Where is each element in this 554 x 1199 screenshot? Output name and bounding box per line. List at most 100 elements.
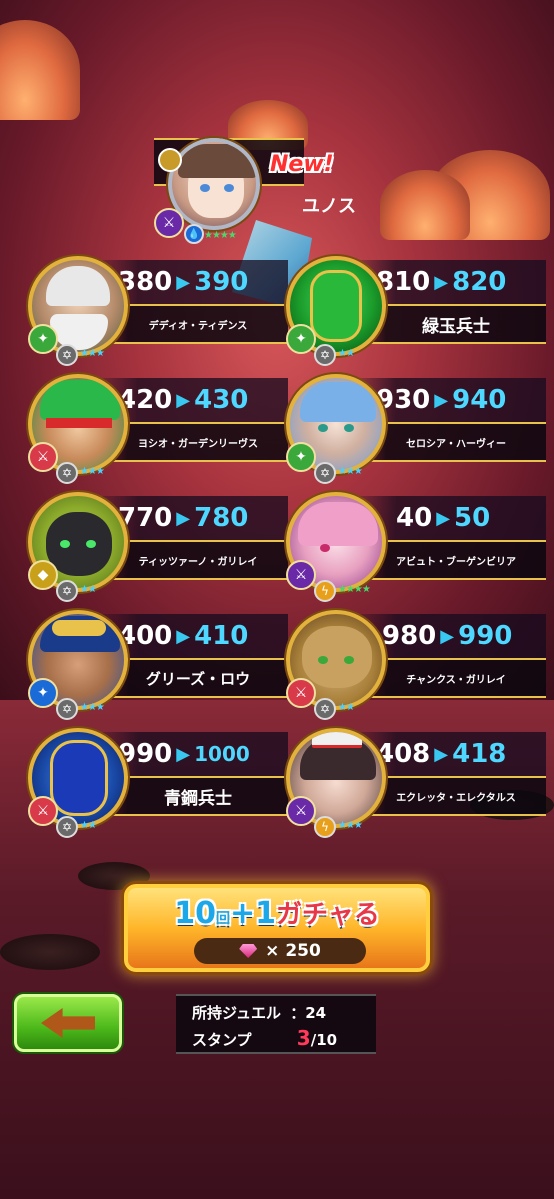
rarity-stars: ★★★ xyxy=(338,820,363,831)
new-value: 418 xyxy=(452,739,507,769)
character-name: 緑玉兵士 xyxy=(422,316,490,337)
gacha-bonus: +1 xyxy=(229,896,276,931)
lightning-icon: ϟ xyxy=(314,816,336,838)
gacha-count-unit: 回 xyxy=(215,911,230,927)
character-card[interactable]: 770 ▶ 780 ティッツァーノ・ガリレイ ◆ ✡ ★★ xyxy=(28,492,288,604)
new-hero-card[interactable]: New! ユノス ⚔ 💧 ★★★★ xyxy=(154,138,394,250)
gacha-10-plus-1-button[interactable]: 10回+1ガチャる × 250 xyxy=(124,884,430,972)
sprout-element-icon: ✦ xyxy=(28,324,58,354)
character-card[interactable]: 40 ▶ 50 アビュト・ブーゲンビリア ⚔ ϟ ★★★★ xyxy=(286,492,546,604)
character-name: セロシア・ハーヴィー xyxy=(406,438,506,450)
sword-element-icon: ⚔ xyxy=(286,678,316,708)
character-card[interactable]: 930 ▶ 940 セロシア・ハーヴィー ✦ ✡ ★★★ xyxy=(286,374,546,486)
character-card[interactable]: 980 ▶ 990 チャンクス・ガリレイ ⚔ ✡ ★★ xyxy=(286,610,546,722)
gold-element-icon: ◆ xyxy=(28,560,58,590)
hexagram-icon: ✡ xyxy=(314,344,336,366)
new-value: 990 xyxy=(458,621,513,651)
jewel-label: 所持ジュエル xyxy=(192,1004,281,1022)
eye-art xyxy=(344,424,354,432)
green-helmet-art xyxy=(310,270,362,342)
level-change: 420 ▶ 430 xyxy=(118,378,248,422)
left-arrow-icon xyxy=(41,1008,95,1038)
beard-art xyxy=(50,314,108,350)
sprout-element-icon: ✦ xyxy=(286,324,316,354)
hexagram-icon: ✡ xyxy=(314,698,336,720)
character-card[interactable]: 420 ▶ 430 ヨシオ・ガーデンリーヴス ⚔ ✡ ★★★ xyxy=(28,374,288,486)
level-change: 930 ▶ 940 xyxy=(376,378,506,422)
gacha-count: 10 xyxy=(174,896,216,931)
sprout-element-icon: ✦ xyxy=(286,442,316,472)
new-value: 50 xyxy=(454,503,491,533)
hexagram-icon: ✡ xyxy=(56,462,78,484)
level-change: 770 ▶ 780 xyxy=(118,496,248,540)
eye-art xyxy=(86,540,96,548)
dagger-element-icon: ⚔ xyxy=(154,208,184,238)
character-name: ティッツァーノ・ガリレイ xyxy=(138,556,258,568)
character-card[interactable]: 400 ▶ 410 グリーズ・ロウ ✦ ✡ ★★★ xyxy=(28,610,288,722)
eye-art xyxy=(60,540,70,548)
eye-art xyxy=(344,656,354,664)
level-change: 400 ▶ 410 xyxy=(118,614,248,658)
character-card[interactable]: 990 ▶ 1000 青鋼兵士 ⚔ ✡ ★★ xyxy=(28,728,288,840)
hexagram-icon: ✡ xyxy=(56,698,78,720)
new-hero-name: ユノス xyxy=(302,196,356,217)
rarity-stars: ★★ xyxy=(338,702,355,713)
hexagram-icon: ✡ xyxy=(314,462,336,484)
character-card[interactable]: 810 ▶ 820 緑玉兵士 ✦ ✡ ★★ xyxy=(286,256,546,368)
dagger-element-icon: ⚔ xyxy=(286,796,316,826)
back-button[interactable] xyxy=(14,994,122,1052)
cap-art xyxy=(312,732,362,748)
gacha-cost-value: × 250 xyxy=(265,941,321,961)
rarity-stars: ★★★★ xyxy=(204,230,237,241)
new-value: 1000 xyxy=(194,742,250,766)
goggles-art xyxy=(52,620,106,636)
right-arrow-icon: ▶ xyxy=(440,625,455,647)
sword-element-icon: ⚔ xyxy=(28,796,58,826)
eye-art xyxy=(200,184,210,192)
fox-face-art xyxy=(302,626,372,688)
hexagram-icon: ✡ xyxy=(56,816,78,838)
lightning-icon: ϟ xyxy=(314,580,336,602)
rarity-stars: ★★★ xyxy=(80,348,105,359)
bar-stool xyxy=(0,934,100,970)
blue-helmet-art xyxy=(50,740,108,816)
right-arrow-icon: ▶ xyxy=(176,743,191,765)
eye-art xyxy=(320,544,330,552)
hexagram-icon: ✡ xyxy=(56,580,78,602)
character-name: ヨシオ・ガーデンリーヴス xyxy=(138,438,258,450)
rarity-stars: ★★★ xyxy=(80,466,105,477)
right-arrow-icon: ▶ xyxy=(434,389,449,411)
gacha-title: 10回+1ガチャる xyxy=(128,894,426,931)
jewel-value: ：24 xyxy=(290,1004,327,1022)
rarity-stars: ★★ xyxy=(338,348,355,359)
level-change: 980 ▶ 990 xyxy=(382,614,512,658)
jewel-icon xyxy=(239,944,258,958)
eye-art xyxy=(318,656,328,664)
new-value: 780 xyxy=(194,503,249,533)
old-value: 980 xyxy=(382,621,437,651)
level-change: 990 ▶ 1000 xyxy=(118,732,250,776)
level-change: 810 ▶ 820 xyxy=(376,260,506,304)
character-name: 青鋼兵士 xyxy=(164,788,232,809)
new-label: New! xyxy=(270,152,334,177)
right-arrow-icon: ▶ xyxy=(176,271,191,293)
gacha-action-label: ガチャる xyxy=(276,900,380,930)
rarity-stars: ★★ xyxy=(80,584,97,595)
character-card[interactable]: 408 ▶ 418 エクレッタ・エレクタルス ⚔ ϟ ★★★ xyxy=(286,728,546,840)
hexagram-icon: ✡ xyxy=(56,344,78,366)
right-arrow-icon: ▶ xyxy=(434,271,449,293)
stamp-total: /10 xyxy=(310,1031,338,1049)
eye-art xyxy=(224,184,234,192)
currency-info-panel: 所持ジュエル ：24 スタンプ 3/10 xyxy=(176,994,376,1054)
pink-hair-art xyxy=(298,502,378,546)
white-hair-art xyxy=(46,266,110,306)
character-card[interactable]: 380 ▶ 390 デディオ・ティデンス ✦ ✡ ★★★ xyxy=(28,256,288,368)
water-element-icon: ✦ xyxy=(28,678,58,708)
stamp-row: スタンプ 3/10 xyxy=(192,1026,337,1050)
sword-element-icon: ⚔ xyxy=(28,442,58,472)
right-arrow-icon: ▶ xyxy=(176,507,191,529)
right-arrow-icon: ▶ xyxy=(176,625,191,647)
green-hair-art xyxy=(40,380,120,420)
rarity-stars: ★★★★ xyxy=(338,584,371,595)
eye-art xyxy=(318,424,328,432)
